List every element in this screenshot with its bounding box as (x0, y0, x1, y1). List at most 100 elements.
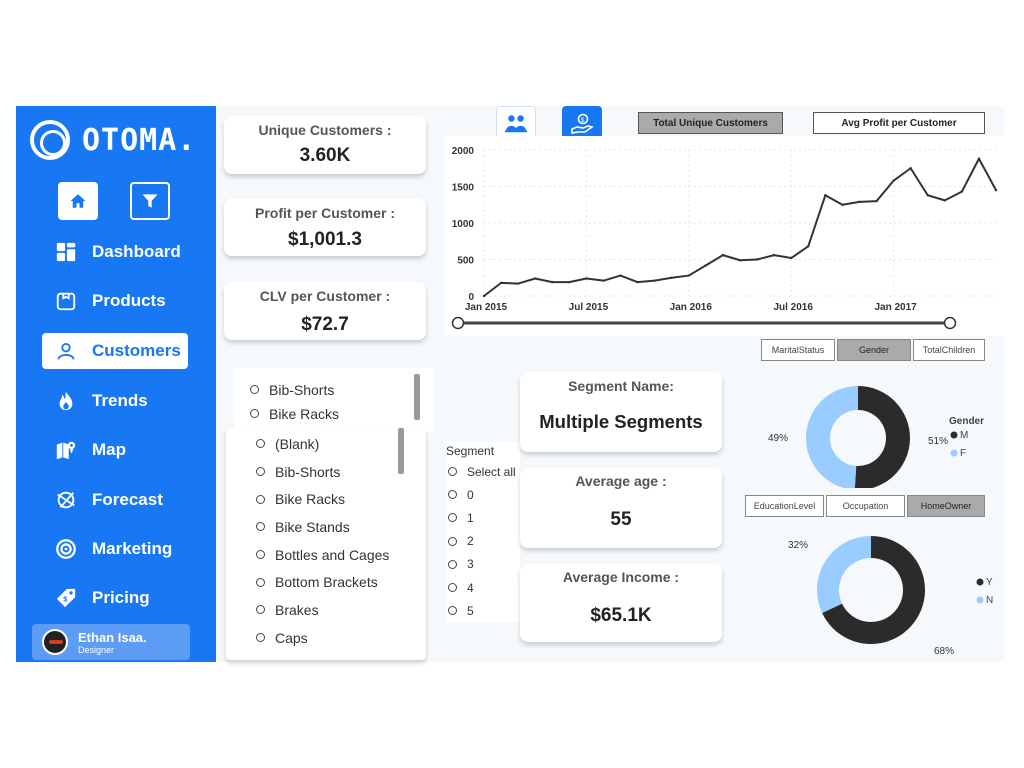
segment-option[interactable]: 5 (448, 599, 520, 622)
segment-option-label: 1 (467, 510, 474, 525)
data-point (551, 280, 554, 284)
average-age-value: 55 (610, 509, 632, 530)
radio-button[interactable] (448, 467, 457, 477)
kpi-value: 3.60K (299, 145, 351, 166)
list-item-label: Bib-Shorts (275, 463, 341, 480)
radio-button[interactable] (250, 385, 259, 395)
slider-start-handle[interactable] (451, 316, 465, 330)
list-item[interactable]: Bib-Shorts (234, 376, 434, 404)
radio-button[interactable] (256, 633, 265, 643)
educationlevel-button[interactable]: EducationLevel (745, 495, 824, 517)
list-item[interactable]: Bike Stands (256, 513, 426, 541)
list-item-label: Bike Racks (269, 405, 340, 422)
list-item[interactable]: Bottles and Cages (256, 541, 426, 569)
list-item[interactable]: Bike Racks (256, 485, 426, 513)
nav-item-marketing[interactable]: Marketing (42, 531, 188, 567)
nav-label: Marketing (92, 539, 173, 558)
nav-item-dashboard[interactable]: Dashboard (42, 234, 188, 270)
nav-item-trends[interactable]: Trends (42, 383, 188, 419)
category-list-top: Bib-Shorts Bike Racks (234, 368, 434, 432)
radio-button[interactable] (448, 559, 457, 569)
scrollbar[interactable] (414, 374, 420, 420)
radio-button[interactable] (448, 536, 457, 546)
legend-label: F (960, 448, 966, 459)
avg-profit-per-customer-toggle[interactable]: Avg Profit per Customer (813, 112, 985, 134)
slider-end-handle[interactable] (943, 316, 957, 330)
scrollbar[interactable] (398, 428, 404, 474)
home-button[interactable] (58, 182, 98, 220)
user-profile[interactable]: Ethan Isaa. Designer (32, 624, 190, 660)
radio-button[interactable] (250, 409, 259, 419)
list-item[interactable]: Caps (256, 624, 426, 652)
segment-option-label: 0 (467, 487, 474, 502)
average-income-value: $65.1K (590, 605, 652, 626)
sidebar: OTOMA. Dashboard Products Customers Tren… (16, 106, 216, 662)
target-icon (54, 537, 78, 561)
list-item-label: Bottles and Cages (275, 546, 390, 563)
average-income-card: Average Income : $65.1K (520, 564, 722, 642)
list-item-label: Brakes (275, 601, 319, 618)
list-item[interactable]: Bike Racks (234, 404, 434, 424)
people-icon (505, 115, 527, 133)
nav-item-products[interactable]: Products (42, 283, 188, 319)
data-point (499, 281, 503, 285)
clv-per-customer-card: CLV per Customer : $72.7 (224, 282, 426, 340)
nav-item-forecast[interactable]: Forecast (42, 482, 188, 518)
average-age-label: Average age : (575, 473, 667, 489)
y-tick-label: 1000 (452, 219, 475, 230)
radio-button[interactable] (256, 439, 265, 449)
segment-option[interactable]: 0 (448, 483, 520, 506)
nav-item-map[interactable]: Map (42, 432, 188, 468)
filter-button[interactable] (130, 182, 170, 220)
price-tag-icon: $ (54, 586, 78, 610)
radio-button[interactable] (448, 606, 457, 616)
segment-option[interactable]: 4 (448, 576, 520, 599)
avatar (42, 629, 68, 655)
radio-button[interactable] (448, 490, 457, 500)
nav-label: Customers (92, 341, 181, 360)
segment-option[interactable]: 1 (448, 506, 520, 529)
segment-name-value: Multiple Segments (539, 411, 703, 432)
homeowner-button[interactable]: HomeOwner (907, 495, 985, 517)
map-icon (54, 438, 78, 462)
list-item-label: Bike Stands (275, 518, 350, 535)
segment-option[interactable]: Select all (448, 460, 520, 483)
totalchildren-button[interactable]: TotalChildren (913, 339, 985, 361)
segment-option[interactable]: 3 (448, 553, 520, 576)
nav-label: Dashboard (92, 242, 181, 261)
nav-label: Trends (92, 391, 148, 410)
list-item-label: Caps (275, 629, 308, 646)
radio-button[interactable] (448, 513, 457, 523)
user-role: Designer (78, 644, 115, 655)
nav-label: Pricing (92, 588, 150, 607)
kpi-label: Profit per Customer : (254, 205, 395, 221)
radio-button[interactable] (256, 522, 265, 532)
radio-button[interactable] (256, 494, 265, 504)
radio-button[interactable] (256, 550, 265, 560)
y-tick-label: 2000 (452, 146, 475, 157)
svg-text:$: $ (63, 595, 67, 604)
hand-coin-icon: $ (571, 113, 594, 134)
total-unique-customers-toggle[interactable]: Total Unique Customers (638, 112, 783, 134)
segment-option-label: Select all (467, 464, 516, 479)
kpi-value: $72.7 (301, 314, 349, 335)
radio-button[interactable] (448, 583, 457, 593)
segment-option[interactable]: 2 (448, 530, 520, 553)
segment-title: Segment (446, 444, 495, 458)
radio-button[interactable] (256, 605, 265, 615)
list-item[interactable]: Brakes (256, 596, 426, 624)
nav-item-customers[interactable]: Customers (42, 333, 188, 369)
data-point (772, 253, 776, 257)
gender-button[interactable]: Gender (837, 339, 911, 361)
nav-item-pricing[interactable]: $ Pricing (42, 580, 188, 616)
data-point (516, 282, 520, 285)
occupation-button[interactable]: Occupation (826, 495, 905, 517)
customers-line-chart: 0500100015002000Jan 2015 Jul 2015 Jan 2016… (444, 136, 1004, 336)
radio-button[interactable] (256, 577, 265, 587)
data-point (994, 188, 998, 192)
maritalstatus-button[interactable]: MaritalStatus (761, 339, 835, 361)
data-point (721, 253, 725, 257)
data-point (636, 280, 639, 284)
list-item[interactable]: Bottom Brackets (256, 568, 426, 596)
radio-button[interactable] (256, 467, 265, 477)
